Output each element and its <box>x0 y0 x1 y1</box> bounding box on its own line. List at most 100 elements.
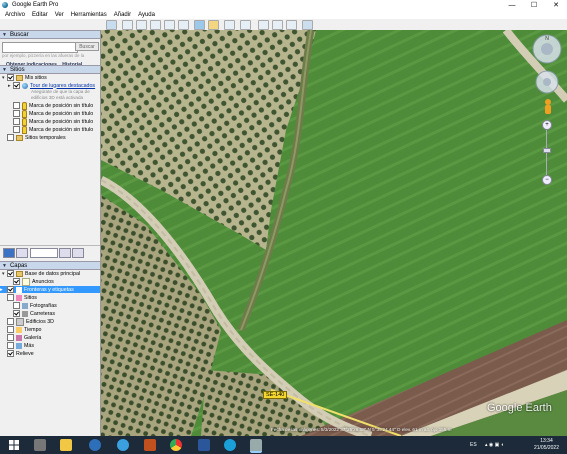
menu-ver[interactable]: Ver <box>55 12 64 18</box>
zoom-slider-handle[interactable] <box>543 148 551 153</box>
checkbox[interactable] <box>7 294 14 301</box>
ruler-button[interactable] <box>240 20 251 30</box>
maximize-button[interactable]: ☐ <box>523 0 545 10</box>
switch-planet-button[interactable] <box>224 20 235 30</box>
save-image-button[interactable] <box>286 20 297 30</box>
view-mode-button[interactable] <box>3 248 15 258</box>
checkbox[interactable] <box>7 74 14 81</box>
file-explorer-icon[interactable] <box>60 439 72 451</box>
placemark-item[interactable]: Marca de posición sin título <box>13 117 93 126</box>
placemark-item[interactable]: Marca de posición sin título <box>13 109 94 118</box>
minimize-button[interactable]: — <box>501 0 523 10</box>
database-icon <box>16 270 23 277</box>
checkbox[interactable] <box>13 278 20 285</box>
layer-view-button[interactable] <box>16 248 28 258</box>
placemark-item[interactable]: Marca de posición sin título <box>13 125 93 134</box>
google-earth-taskbar-icon[interactable] <box>250 439 262 453</box>
checkbox[interactable] <box>7 350 14 357</box>
tree-item-label: Mis sitios <box>25 74 47 81</box>
layer-item[interactable]: Sitios <box>7 294 37 301</box>
move-up-button[interactable] <box>59 248 71 258</box>
menu-archivo[interactable]: Archivo <box>5 12 25 18</box>
teamviewer-icon[interactable] <box>89 439 101 451</box>
historical-imagery-button[interactable] <box>194 20 205 30</box>
tree-item-temporary-places[interactable]: Sitios temporales <box>7 134 66 141</box>
view-in-maps-button[interactable] <box>302 20 313 30</box>
tray-icons[interactable]: ▴ ◉ ▣ ◖ <box>485 442 504 448</box>
layer-item[interactable]: Tiempo <box>7 326 41 333</box>
layer-item[interactable]: Carreteras <box>13 310 55 317</box>
sidebar-toggle-button[interactable] <box>106 20 117 30</box>
layer-label: Carreteras <box>30 310 56 317</box>
layer-item[interactable]: Edificios 3D <box>7 317 54 326</box>
print-button[interactable] <box>272 20 283 30</box>
menu-editar[interactable]: Editar <box>32 12 48 18</box>
move-joystick[interactable] <box>535 70 559 94</box>
search-input[interactable] <box>2 42 78 53</box>
zoom-in-button[interactable]: + <box>542 120 552 130</box>
edge-icon[interactable] <box>224 439 236 451</box>
add-path-button[interactable] <box>150 20 161 30</box>
street-view-pegman-icon[interactable] <box>542 98 554 116</box>
checkbox[interactable] <box>13 118 20 125</box>
checkbox[interactable] <box>13 102 20 109</box>
buildings-3d-icon <box>16 317 24 326</box>
tree-item-primary-database[interactable]: ▾ Base de datos principal <box>2 270 80 277</box>
tree-item-my-places[interactable]: ▾ Mis sitios <box>2 74 47 81</box>
checkbox[interactable] <box>13 310 20 317</box>
zoom-out-button[interactable]: − <box>542 175 552 185</box>
checkbox[interactable] <box>7 286 14 293</box>
map-view[interactable]: SE-140 N + − Google Earth Fecha de las i… <box>101 30 567 436</box>
windows-start-icon[interactable] <box>8 439 20 451</box>
placemark-item[interactable]: Marca de posición sin título <box>13 101 93 110</box>
checkbox[interactable] <box>7 318 14 325</box>
add-polygon-button[interactable] <box>136 20 147 30</box>
internet-explorer-icon[interactable] <box>117 439 129 451</box>
layers-panel-header[interactable]: ▼ Capas <box>0 261 100 270</box>
look-joystick[interactable]: N <box>531 33 563 65</box>
menu-herramientas[interactable]: Herramientas <box>71 12 107 18</box>
add-placemark-button[interactable] <box>122 20 133 30</box>
checkbox[interactable] <box>7 334 14 341</box>
checkbox[interactable] <box>13 126 20 133</box>
expand-arrow-icon[interactable]: ▸ <box>0 287 7 293</box>
layer-item[interactable]: Fotografías <box>13 302 57 309</box>
folder-icon <box>16 74 23 81</box>
satellite-imagery[interactable] <box>101 30 567 436</box>
layer-item[interactable]: Más <box>7 342 34 349</box>
layer-item[interactable]: Relieve <box>7 350 34 357</box>
checkbox[interactable] <box>13 82 20 89</box>
zoom-slider-track[interactable] <box>546 130 547 180</box>
word-icon[interactable] <box>198 439 210 451</box>
checkbox[interactable] <box>13 110 20 117</box>
layer-item[interactable]: Galería <box>7 334 41 341</box>
chrome-icon[interactable] <box>170 439 182 451</box>
layer-item[interactable]: Anuncios <box>13 277 54 286</box>
places-view-controls <box>0 245 100 258</box>
checkbox[interactable] <box>7 134 14 141</box>
search-button[interactable]: Buscar <box>75 42 99 51</box>
layer-item-selected[interactable]: ▸ Fronteras y etiquetas <box>0 286 100 293</box>
checkbox[interactable] <box>7 326 14 333</box>
places-filter-input[interactable] <box>30 248 58 258</box>
checkbox[interactable] <box>7 342 14 349</box>
menu-anadir[interactable]: Añadir <box>114 12 131 18</box>
placemark-label: Marca de posición sin título <box>29 110 94 117</box>
window-title: Google Earth Pro <box>12 2 59 8</box>
sunlight-button[interactable] <box>208 20 219 30</box>
clock[interactable]: 13:34 21/05/2022 <box>534 438 559 452</box>
record-tour-button[interactable] <box>178 20 189 30</box>
media-player-icon[interactable] <box>144 439 156 451</box>
places-panel-header[interactable]: ▼ Sitios <box>0 65 100 74</box>
language-indicator[interactable]: ES <box>470 442 477 448</box>
email-button[interactable] <box>258 20 269 30</box>
close-button[interactable]: ✕ <box>545 0 567 10</box>
checkbox[interactable] <box>7 270 14 277</box>
checkbox[interactable] <box>13 302 20 309</box>
add-overlay-button[interactable] <box>164 20 175 30</box>
move-down-button[interactable] <box>72 248 84 258</box>
layer-label: Galería <box>24 334 42 341</box>
laptop-icon[interactable] <box>34 439 46 451</box>
menu-ayuda[interactable]: Ayuda <box>138 12 155 18</box>
clock-date: 21/05/2022 <box>533 445 559 451</box>
